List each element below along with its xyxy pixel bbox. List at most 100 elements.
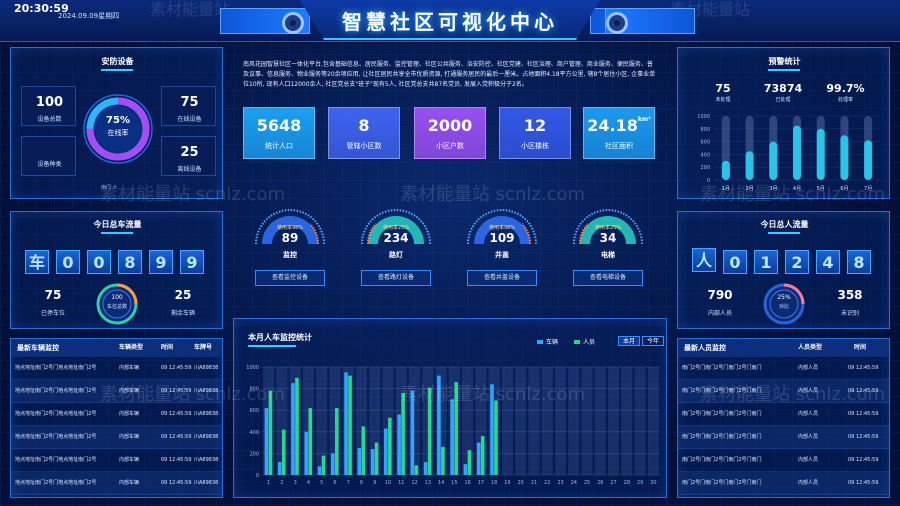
table-row[interactable]: 地点地址南门2号门地点地址南门2号 内部车辆 09 12:45:59 川A898… xyxy=(11,357,222,380)
x-tick-label: 24 xyxy=(571,480,577,486)
y-tick-label: 800 xyxy=(700,127,710,133)
stat-card-communities[interactable]: 8 管辖小区数 xyxy=(328,107,400,159)
row-type: 内部人员 xyxy=(798,434,819,440)
view-streetlight-button[interactable]: 查看路灯设备 xyxy=(361,270,431,286)
offline-devices-value: 25 xyxy=(180,145,199,160)
alert-bar xyxy=(721,160,730,180)
vehicle-digit: 8 xyxy=(118,250,142,274)
online-rate-label: 在线率 xyxy=(107,129,129,137)
gauge-manhole: 使用率98% 109 井盖 查看井盖设备 xyxy=(455,198,549,290)
row-plate: 川A89838 xyxy=(194,480,219,486)
vehicle-digit: 9 xyxy=(149,250,173,274)
people-prefix: 人 xyxy=(692,248,716,272)
col-plate: 车牌号 xyxy=(194,344,213,351)
gauge-name: 监控 xyxy=(283,251,297,259)
stat-value: 8 xyxy=(358,116,370,135)
inner-people-label: 内部人员 xyxy=(707,310,732,317)
chart-bar xyxy=(321,455,326,475)
gauge-rate: 使用率25% xyxy=(594,225,622,231)
people-table-body: 南门2号门南门2号门南门2号门南门 内部人员 09 12:45:59 南门2号门… xyxy=(678,357,889,495)
table-row[interactable]: 地点地址南门2号门地点地址南门2号 内部车辆 09 12:45:59 川A898… xyxy=(11,426,222,449)
stat-card-buildings[interactable]: 12 小区楼栋 xyxy=(499,107,571,159)
device-types-label: 设备种类 xyxy=(37,161,62,168)
x-tick-label: 11 xyxy=(398,480,404,486)
chart-bar xyxy=(467,450,472,475)
table-row[interactable]: 地点地址南门2号门地点地址南门2号 内部车辆 09 12:45:59 川A898… xyxy=(11,403,222,426)
col-vehicle-type: 车辆类型 xyxy=(119,344,144,351)
gauge-elevator: 使用率25% 34 电梯 查看电梯设备 xyxy=(561,198,655,290)
table-row[interactable]: 南门2号门南门2号门南门2号门南门 内部人员 09 12:45:59 xyxy=(678,357,889,380)
watermark: 素材能量站 scnlz.com xyxy=(100,184,286,205)
alert-bar xyxy=(816,128,825,180)
x-tick-label: 25 xyxy=(584,480,590,486)
x-tick-label: 17 xyxy=(478,480,484,486)
alert-rate-value: 99.7% xyxy=(826,82,865,95)
gauge-name: 井盖 xyxy=(495,251,509,259)
gauge-rate: 使用率98% xyxy=(276,225,304,231)
alert-rate-label: 处理率 xyxy=(837,97,853,103)
bar-background xyxy=(634,367,646,475)
stat-label: 小区楼栋 xyxy=(521,142,549,150)
gauge-monitor: 使用率98% 89 监控 查看监控设备 xyxy=(243,198,337,290)
table-row[interactable]: 南门2号门南门2号门南门2号门南门 内部人员 09 12:45:59 xyxy=(678,403,889,426)
offline-devices-box: 25 离线设备 xyxy=(161,136,216,176)
row-address: 地点地址南门2号门地点地址南门2号 xyxy=(15,457,97,463)
bar-background xyxy=(647,367,659,475)
x-tick-label: 6 xyxy=(333,480,336,486)
table-row[interactable]: 地点地址南门2号门地点地址南门2号 内部车辆 09 12:45:59 川A898… xyxy=(11,472,222,495)
x-tick-label: 22 xyxy=(544,480,550,486)
chart-bar xyxy=(361,426,366,475)
alert-handled-label: 已处理 xyxy=(775,97,791,103)
alert-bar xyxy=(745,151,754,180)
x-tick-label: 18 xyxy=(491,480,497,486)
view-elevator-button[interactable]: 查看电梯设备 xyxy=(573,270,643,286)
x-tick-label: 4 xyxy=(307,480,310,486)
x-tick-label: 9 xyxy=(373,480,376,486)
table-row[interactable]: 南门2号门南门2号门南门2号门南门 内部人员 09 12:45:59 xyxy=(678,449,889,472)
facility-gauges: 使用率98% 89 监控 查看监控设备 使用率25% 234 路灯 查看路灯设备… xyxy=(243,198,657,290)
tab-year[interactable]: 今年 xyxy=(642,336,665,346)
x-tick-label: 2 xyxy=(280,480,283,486)
row-type: 内部车辆 xyxy=(119,365,140,371)
bar-background xyxy=(594,367,606,475)
vehicle-prefix: 车 xyxy=(25,250,49,274)
people-flow-title: 今日总人流量 xyxy=(760,220,809,229)
title-underline xyxy=(101,232,133,234)
watermark: 素材能量站 scnlz.com xyxy=(700,384,886,405)
people-ring-value: 25% xyxy=(777,294,791,301)
gear-icon xyxy=(606,12,628,34)
view-manhole-button[interactable]: 查看井盖设备 xyxy=(467,270,537,286)
stat-label: 统计人口 xyxy=(265,142,293,150)
stat-label: 小区户数 xyxy=(436,142,464,150)
chart-bar xyxy=(348,375,352,475)
title-underline xyxy=(101,69,133,71)
parked-value: 75 xyxy=(44,288,62,302)
x-tick-label: 16 xyxy=(464,480,470,486)
chart-bar xyxy=(480,436,485,475)
total-devices-label: 设备总数 xyxy=(37,116,62,123)
table-row[interactable]: 地点地址南门2号门地点地址南门2号 内部车辆 09 12:45:59 川A898… xyxy=(11,449,222,472)
view-monitor-button[interactable]: 查看监控设备 xyxy=(255,270,325,286)
alerts-panel: 预警统计 75 未处理 73874 已处理 99.7% 处理率 1000 800 6… xyxy=(677,47,890,199)
stat-card-households[interactable]: 2000 小区户数 xyxy=(414,107,486,159)
remain-label: 剩余车辆 xyxy=(170,310,195,317)
stat-value: 5648 xyxy=(256,116,302,135)
y-tick-label: 200 xyxy=(700,165,710,171)
x-tick-label: 8 xyxy=(360,480,363,486)
stat-card-area[interactable]: 24.18km² 社区面积 xyxy=(583,107,655,159)
row-address: 地点地址南门2号门地点地址南门2号 xyxy=(15,365,97,371)
header-ghost-left: 素材能量站 xyxy=(150,0,231,19)
tab-month[interactable]: 本月 xyxy=(618,336,641,346)
stat-card-population[interactable]: 5648 统计人口 xyxy=(243,107,315,159)
bar-background xyxy=(621,367,633,475)
row-time: 09 12:45:59 xyxy=(848,365,879,371)
row-address: 地点地址南门2号门地点地址南门2号 xyxy=(15,434,97,440)
people-digit: 4 xyxy=(816,250,840,274)
vehicle-table-panel: 最新车辆监控 车辆类型 时间 车牌号 地点地址南门2号门地点地址南门2号 内部车… xyxy=(10,338,223,498)
chart-bar xyxy=(374,442,379,475)
chart-title: 本月人车监控统计 xyxy=(248,333,312,342)
community-intro: 南风花园智慧社区一体化平台,包含基础信息、居民服务、监控管理、社区公共服务、治安… xyxy=(243,61,656,88)
table-row[interactable]: 南门2号门南门2号门南门2号门南门 内部人员 09 12:45:59 xyxy=(678,472,889,495)
gauge-value: 89 xyxy=(281,231,299,245)
table-row[interactable]: 南门2号门南门2号门南门2号门南门 内部人员 09 12:45:59 xyxy=(678,426,889,449)
